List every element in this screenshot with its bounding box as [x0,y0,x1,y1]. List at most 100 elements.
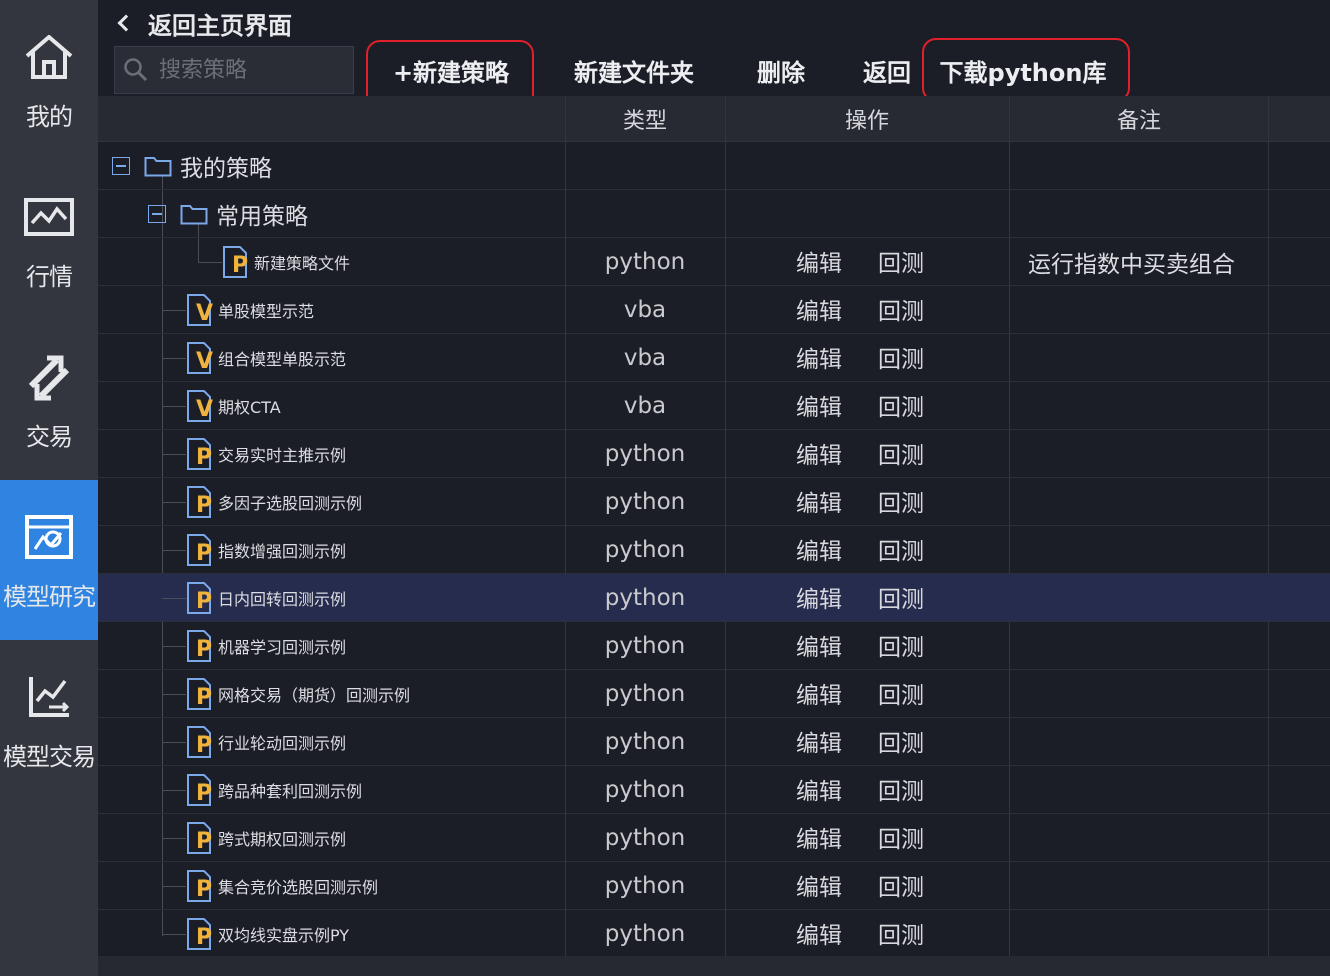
back-to-home-link[interactable]: 返回主页界面 [112,6,292,40]
backtest-button[interactable]: 回测 [878,430,924,476]
strategy-remark [1028,622,1268,670]
backtest-button[interactable]: 回测 [878,334,924,380]
edit-button[interactable]: 编辑 [796,814,842,860]
python-file-icon: P [186,581,214,615]
strategy-row[interactable]: P 多因子选股回测示例 python 编辑 回测 [98,478,1330,526]
edit-button[interactable]: 编辑 [796,622,842,668]
search-box [114,46,354,94]
strategy-type: python [604,873,686,899]
nav-my[interactable]: 我的 [0,0,98,160]
backtest-button[interactable]: 回测 [878,574,924,620]
folder-row[interactable]: 常用策略 [98,190,1330,238]
edit-button[interactable]: 编辑 [796,382,842,428]
backtest-button[interactable]: 回测 [878,238,924,284]
strategy-name: 行业轮动回测示例 [218,734,347,753]
tree-connector [162,502,186,503]
tree-connector [162,406,186,407]
new-folder-button[interactable]: 新建文件夹 [564,46,704,94]
backtest-button[interactable]: 回测 [878,670,924,716]
strategy-row[interactable]: P 新建策略文件 python 编辑 回测 运行指数中买卖组合 [98,238,1330,286]
edit-button[interactable]: 编辑 [796,718,842,764]
back-to-home-label: 返回主页界面 [148,11,292,40]
backtest-button[interactable]: 回测 [878,814,924,860]
strategy-remark [1028,478,1268,526]
edit-button[interactable]: 编辑 [796,334,842,380]
backtest-button[interactable]: 回测 [878,718,924,764]
column-header-remark[interactable]: 备注 [1010,96,1268,142]
strategy-name: 组合模型单股示范 [218,350,347,369]
new-strategy-button[interactable]: +新建策略 [376,46,526,94]
edit-button[interactable]: 编辑 [796,286,842,332]
backtest-button[interactable]: 回测 [878,862,924,908]
python-file-icon: P [186,773,214,807]
strategy-name-cell: P 跨品种套利回测示例 [186,766,362,814]
column-header-type[interactable]: 类型 [566,96,724,142]
tree-connector [162,838,186,839]
edit-button[interactable]: 编辑 [796,862,842,908]
strategy-remark [1028,382,1268,430]
backtest-button[interactable]: 回测 [878,766,924,812]
strategy-name-cell: P 行业轮动回测示例 [186,718,346,766]
strategy-row[interactable]: V 组合模型单股示范 vba 编辑 回测 [98,334,1330,382]
strategy-row[interactable]: V 期权CTA vba 编辑 回测 [98,382,1330,430]
edit-button[interactable]: 编辑 [796,478,842,524]
strategy-row[interactable]: P 网格交易（期货）回测示例 python 编辑 回测 [98,670,1330,718]
strategy-row[interactable]: P 指数增强回测示例 python 编辑 回测 [98,526,1330,574]
edit-button[interactable]: 编辑 [796,526,842,572]
strategy-name: 网格交易（期货）回测示例 [218,686,411,705]
edit-button[interactable]: 编辑 [796,574,842,620]
edit-button[interactable]: 编辑 [796,430,842,476]
strategy-name: 指数增强回测示例 [218,542,347,561]
nav-trade[interactable]: 交易 [0,320,98,480]
backtest-button[interactable]: 回测 [878,478,924,524]
strategy-name: 期权CTA [218,398,281,417]
strategy-row[interactable]: P 机器学习回测示例 python 编辑 回测 [98,622,1330,670]
back-button[interactable]: 返回 [854,46,920,94]
edit-button[interactable]: 编辑 [796,670,842,716]
file-type-badge: P [196,637,213,662]
collapse-icon[interactable] [148,205,166,223]
edit-button[interactable]: 编辑 [796,238,842,284]
edit-button[interactable]: 编辑 [796,910,842,956]
backtest-button[interactable]: 回测 [878,382,924,428]
strategy-row[interactable]: P 集合竞价选股回测示例 python 编辑 回测 [98,862,1330,910]
backtest-button[interactable]: 回测 [878,622,924,668]
backtest-button[interactable]: 回测 [878,286,924,332]
strategy-name: 多因子选股回测示例 [218,494,363,513]
tree-connector [162,454,186,455]
strategy-type: vba [623,297,667,323]
strategy-remark [1028,334,1268,382]
backtest-button[interactable]: 回测 [878,526,924,572]
file-type-badge: V [196,301,214,326]
strategy-row[interactable]: P 交易实时主推示例 python 编辑 回测 [98,430,1330,478]
strategy-row[interactable]: P 跨式期权回测示例 python 编辑 回测 [98,814,1330,862]
nav-model-trade[interactable]: 模型交易 [0,640,98,800]
download-python-lib-button[interactable]: 下载python库 [936,46,1110,94]
file-type-badge: V [196,349,214,374]
file-type-badge: P [196,445,213,470]
strategy-name-cell: P 网格交易（期货）回测示例 [186,670,410,718]
tree-connector [162,694,186,695]
strategy-row[interactable]: P 日内回转回测示例 python 编辑 回测 [98,574,1330,622]
nav-market[interactable]: 行情 [0,160,98,320]
strategy-name-cell: P 新建策略文件 [222,238,350,286]
collapse-icon[interactable] [112,157,130,175]
tree-connector [162,358,186,359]
backtest-button[interactable]: 回测 [878,910,924,956]
strategy-remark [1028,526,1268,574]
nav-model-research[interactable]: 模型研究 [0,480,98,640]
strategy-row[interactable]: P 跨品种套利回测示例 python 编辑 回测 [98,766,1330,814]
strategy-name: 新建策略文件 [254,254,351,273]
column-header-action[interactable]: 操作 [726,96,1008,142]
tree-connector [162,886,186,887]
search-icon [124,58,148,82]
strategy-row[interactable]: V 单股模型示范 vba 编辑 回测 [98,286,1330,334]
edit-button[interactable]: 编辑 [796,766,842,812]
folder-row[interactable]: 我的策略 [98,142,1330,190]
search-input[interactable] [159,57,349,83]
strategy-type: python [604,441,686,467]
strategy-row[interactable]: P 行业轮动回测示例 python 编辑 回测 [98,718,1330,766]
strategy-row[interactable]: P 双均线实盘示例PY python 编辑 回测 [98,910,1330,958]
tree-connector [162,742,186,743]
delete-button[interactable]: 删除 [748,46,814,94]
